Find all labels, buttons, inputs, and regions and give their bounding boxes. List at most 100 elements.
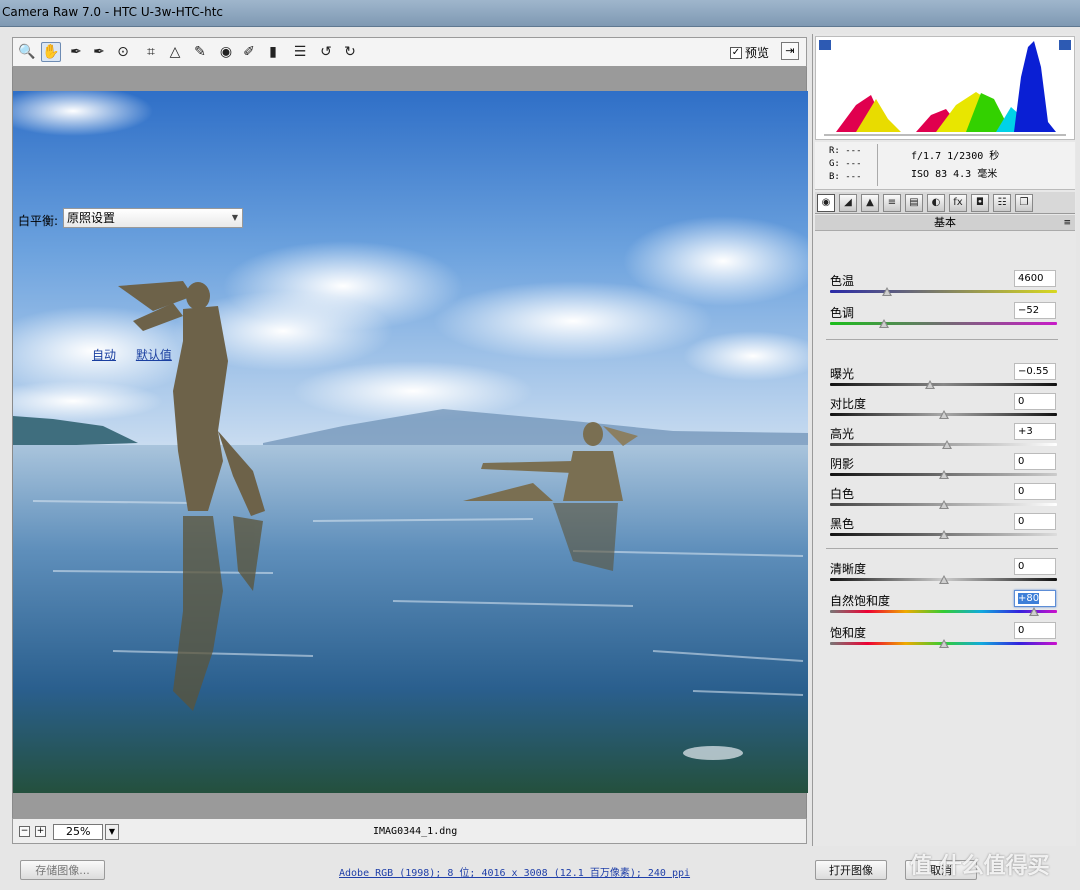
- panel-tab-icon[interactable]: ❐: [1015, 194, 1033, 212]
- panel-tab-icon[interactable]: ◢: [839, 194, 857, 212]
- panel-tab-icon[interactable]: ◘: [971, 194, 989, 212]
- panel-tab-strip: ◉ ◢ ▲ ≡ ▤ ◐ fx ◘ ☷ ❐: [815, 192, 1075, 214]
- tint-label: 色调: [830, 306, 855, 320]
- exposure-slider-thumb[interactable]: [924, 380, 935, 389]
- blacks-slider-row: 黑色 0: [828, 513, 1058, 545]
- white-balance-select[interactable]: 原照设置 ▼: [63, 208, 243, 228]
- contrast-slider-thumb[interactable]: [938, 410, 949, 419]
- save-image-button[interactable]: 存储图像...: [20, 860, 105, 880]
- preview-image: [13, 91, 808, 793]
- vibrance-slider-track[interactable]: [830, 610, 1057, 613]
- section-divider: [826, 548, 1058, 549]
- zoom-tool-icon[interactable]: 🔍: [17, 42, 37, 62]
- shadows-slider-row: 阴影 0: [828, 453, 1058, 485]
- zoom-level-field[interactable]: 25%: [53, 824, 103, 840]
- temperature-value-field[interactable]: 4600: [1014, 270, 1056, 287]
- whites-value: 0: [1018, 486, 1025, 497]
- panel-title-text: 基本: [934, 216, 956, 229]
- contrast-value-field[interactable]: 0: [1014, 393, 1056, 410]
- temperature-slider-row: 色温 4600: [828, 270, 1058, 302]
- blacks-value-field[interactable]: 0: [1014, 513, 1056, 530]
- tint-slider-track[interactable]: [830, 322, 1057, 325]
- preview-check-icon[interactable]: ✓: [730, 46, 742, 59]
- highlights-slider-row: 高光 +3: [828, 423, 1058, 455]
- image-filename: IMAG0344_1.dng: [373, 826, 458, 837]
- open-image-button[interactable]: 打开图像: [815, 860, 887, 880]
- temperature-value: 4600: [1018, 273, 1044, 284]
- clarity-slider-thumb[interactable]: [938, 575, 949, 584]
- zoom-in-button[interactable]: +: [35, 826, 46, 837]
- shadows-slider-thumb[interactable]: [938, 470, 949, 479]
- rotate-left-icon[interactable]: ↺: [316, 42, 336, 62]
- color-sampler-tool-icon[interactable]: ✒: [89, 42, 109, 62]
- iso-focal-length: ISO 83 4.3 毫米: [911, 169, 998, 180]
- hand-tool-icon[interactable]: ✋: [41, 42, 61, 62]
- default-link[interactable]: 默认值: [136, 348, 172, 362]
- clarity-label: 清晰度: [830, 562, 867, 576]
- tint-slider-thumb[interactable]: [879, 319, 890, 328]
- panel-title: 基本 ≡: [815, 215, 1075, 231]
- panel-tab-icon[interactable]: fx: [949, 194, 967, 212]
- image-canvas[interactable]: [12, 67, 808, 818]
- temperature-slider-track[interactable]: [830, 290, 1057, 293]
- white-balance-tool-icon[interactable]: ✒: [66, 42, 86, 62]
- preview-checkbox[interactable]: ✓ 预览: [730, 44, 769, 61]
- panel-tab-icon[interactable]: ◉: [817, 194, 835, 212]
- preferences-icon[interactable]: ☰: [290, 42, 310, 62]
- adjustment-brush-icon[interactable]: ✐: [239, 42, 259, 62]
- panel-tab-icon[interactable]: ▤: [905, 194, 923, 212]
- temperature-slider-thumb[interactable]: [881, 287, 892, 296]
- highlights-slider-thumb[interactable]: [941, 440, 952, 449]
- vibrance-slider-row: 自然饱和度 +80: [828, 590, 1058, 622]
- exposure-slider-track[interactable]: [830, 383, 1057, 386]
- shadows-value-field[interactable]: 0: [1014, 453, 1056, 470]
- panel-tab-icon[interactable]: ≡: [883, 194, 901, 212]
- tint-value-field[interactable]: −52: [1014, 302, 1056, 319]
- auto-link[interactable]: 自动: [92, 348, 116, 362]
- vibrance-value-field[interactable]: +80: [1014, 590, 1056, 607]
- targeted-adjustment-tool-icon[interactable]: ⊙: [113, 42, 133, 62]
- clarity-value-field[interactable]: 0: [1014, 558, 1056, 575]
- spot-removal-tool-icon[interactable]: ✎: [190, 42, 210, 62]
- watermark-logo: 值 什么值得买: [910, 854, 1050, 879]
- preview-label: 预览: [745, 46, 770, 60]
- saturation-value-field[interactable]: 0: [1014, 622, 1056, 639]
- whites-label: 白色: [830, 487, 855, 501]
- whites-slider-row: 白色 0: [828, 483, 1058, 515]
- graduated-filter-icon[interactable]: ▮: [263, 42, 283, 62]
- window-title: Camera Raw 7.0 - HTC U-3w-HTC-htc: [2, 5, 224, 19]
- red-eye-tool-icon[interactable]: ◉: [216, 42, 236, 62]
- fullscreen-button[interactable]: ⇥: [781, 42, 799, 60]
- highlights-value: +3: [1018, 426, 1033, 437]
- whites-value-field[interactable]: 0: [1014, 483, 1056, 500]
- highlights-label: 高光: [830, 427, 855, 441]
- exposure-value: −0.55: [1018, 366, 1049, 377]
- auto-default-links: 自动 默认值: [92, 346, 188, 363]
- saturation-slider-row: 饱和度 0: [828, 622, 1058, 654]
- rotate-right-icon[interactable]: ↻: [340, 42, 360, 62]
- readout-divider: [877, 144, 878, 186]
- green-value: G: ---: [829, 159, 862, 169]
- saturation-slider-thumb[interactable]: [938, 639, 949, 648]
- temperature-label: 色温: [830, 274, 855, 288]
- crop-tool-icon[interactable]: ⌗: [141, 42, 161, 62]
- clarity-value: 0: [1018, 561, 1025, 572]
- vibrance-value: +80: [1018, 593, 1040, 604]
- blacks-slider-thumb[interactable]: [938, 530, 949, 539]
- workflow-options-link[interactable]: Adobe RGB (1998); 8 位; 4016 x 3008 (12.1…: [339, 864, 690, 879]
- panel-tab-icon[interactable]: ▲: [861, 194, 879, 212]
- zoom-dropdown-button[interactable]: ▼: [105, 824, 119, 840]
- panel-tab-icon[interactable]: ◐: [927, 194, 945, 212]
- straighten-tool-icon[interactable]: △: [165, 42, 185, 62]
- zoom-out-button[interactable]: −: [19, 826, 30, 837]
- highlights-value-field[interactable]: +3: [1014, 423, 1056, 440]
- panel-menu-icon[interactable]: ≡: [1063, 215, 1071, 231]
- toolbar: 🔍 ✋ ✒ ✒ ⊙ ⌗ △ ✎ ◉ ✐ ▮ ☰ ↺ ↻ ✓ 预览 ⇥: [12, 37, 807, 67]
- exposure-value-field[interactable]: −0.55: [1014, 363, 1056, 380]
- whites-slider-thumb[interactable]: [938, 500, 949, 509]
- blacks-label: 黑色: [830, 517, 855, 531]
- contrast-slider-row: 对比度 0: [828, 393, 1058, 425]
- vibrance-slider-thumb[interactable]: [1029, 607, 1040, 616]
- white-balance-value: 原照设置: [67, 211, 116, 225]
- panel-tab-icon[interactable]: ☷: [993, 194, 1011, 212]
